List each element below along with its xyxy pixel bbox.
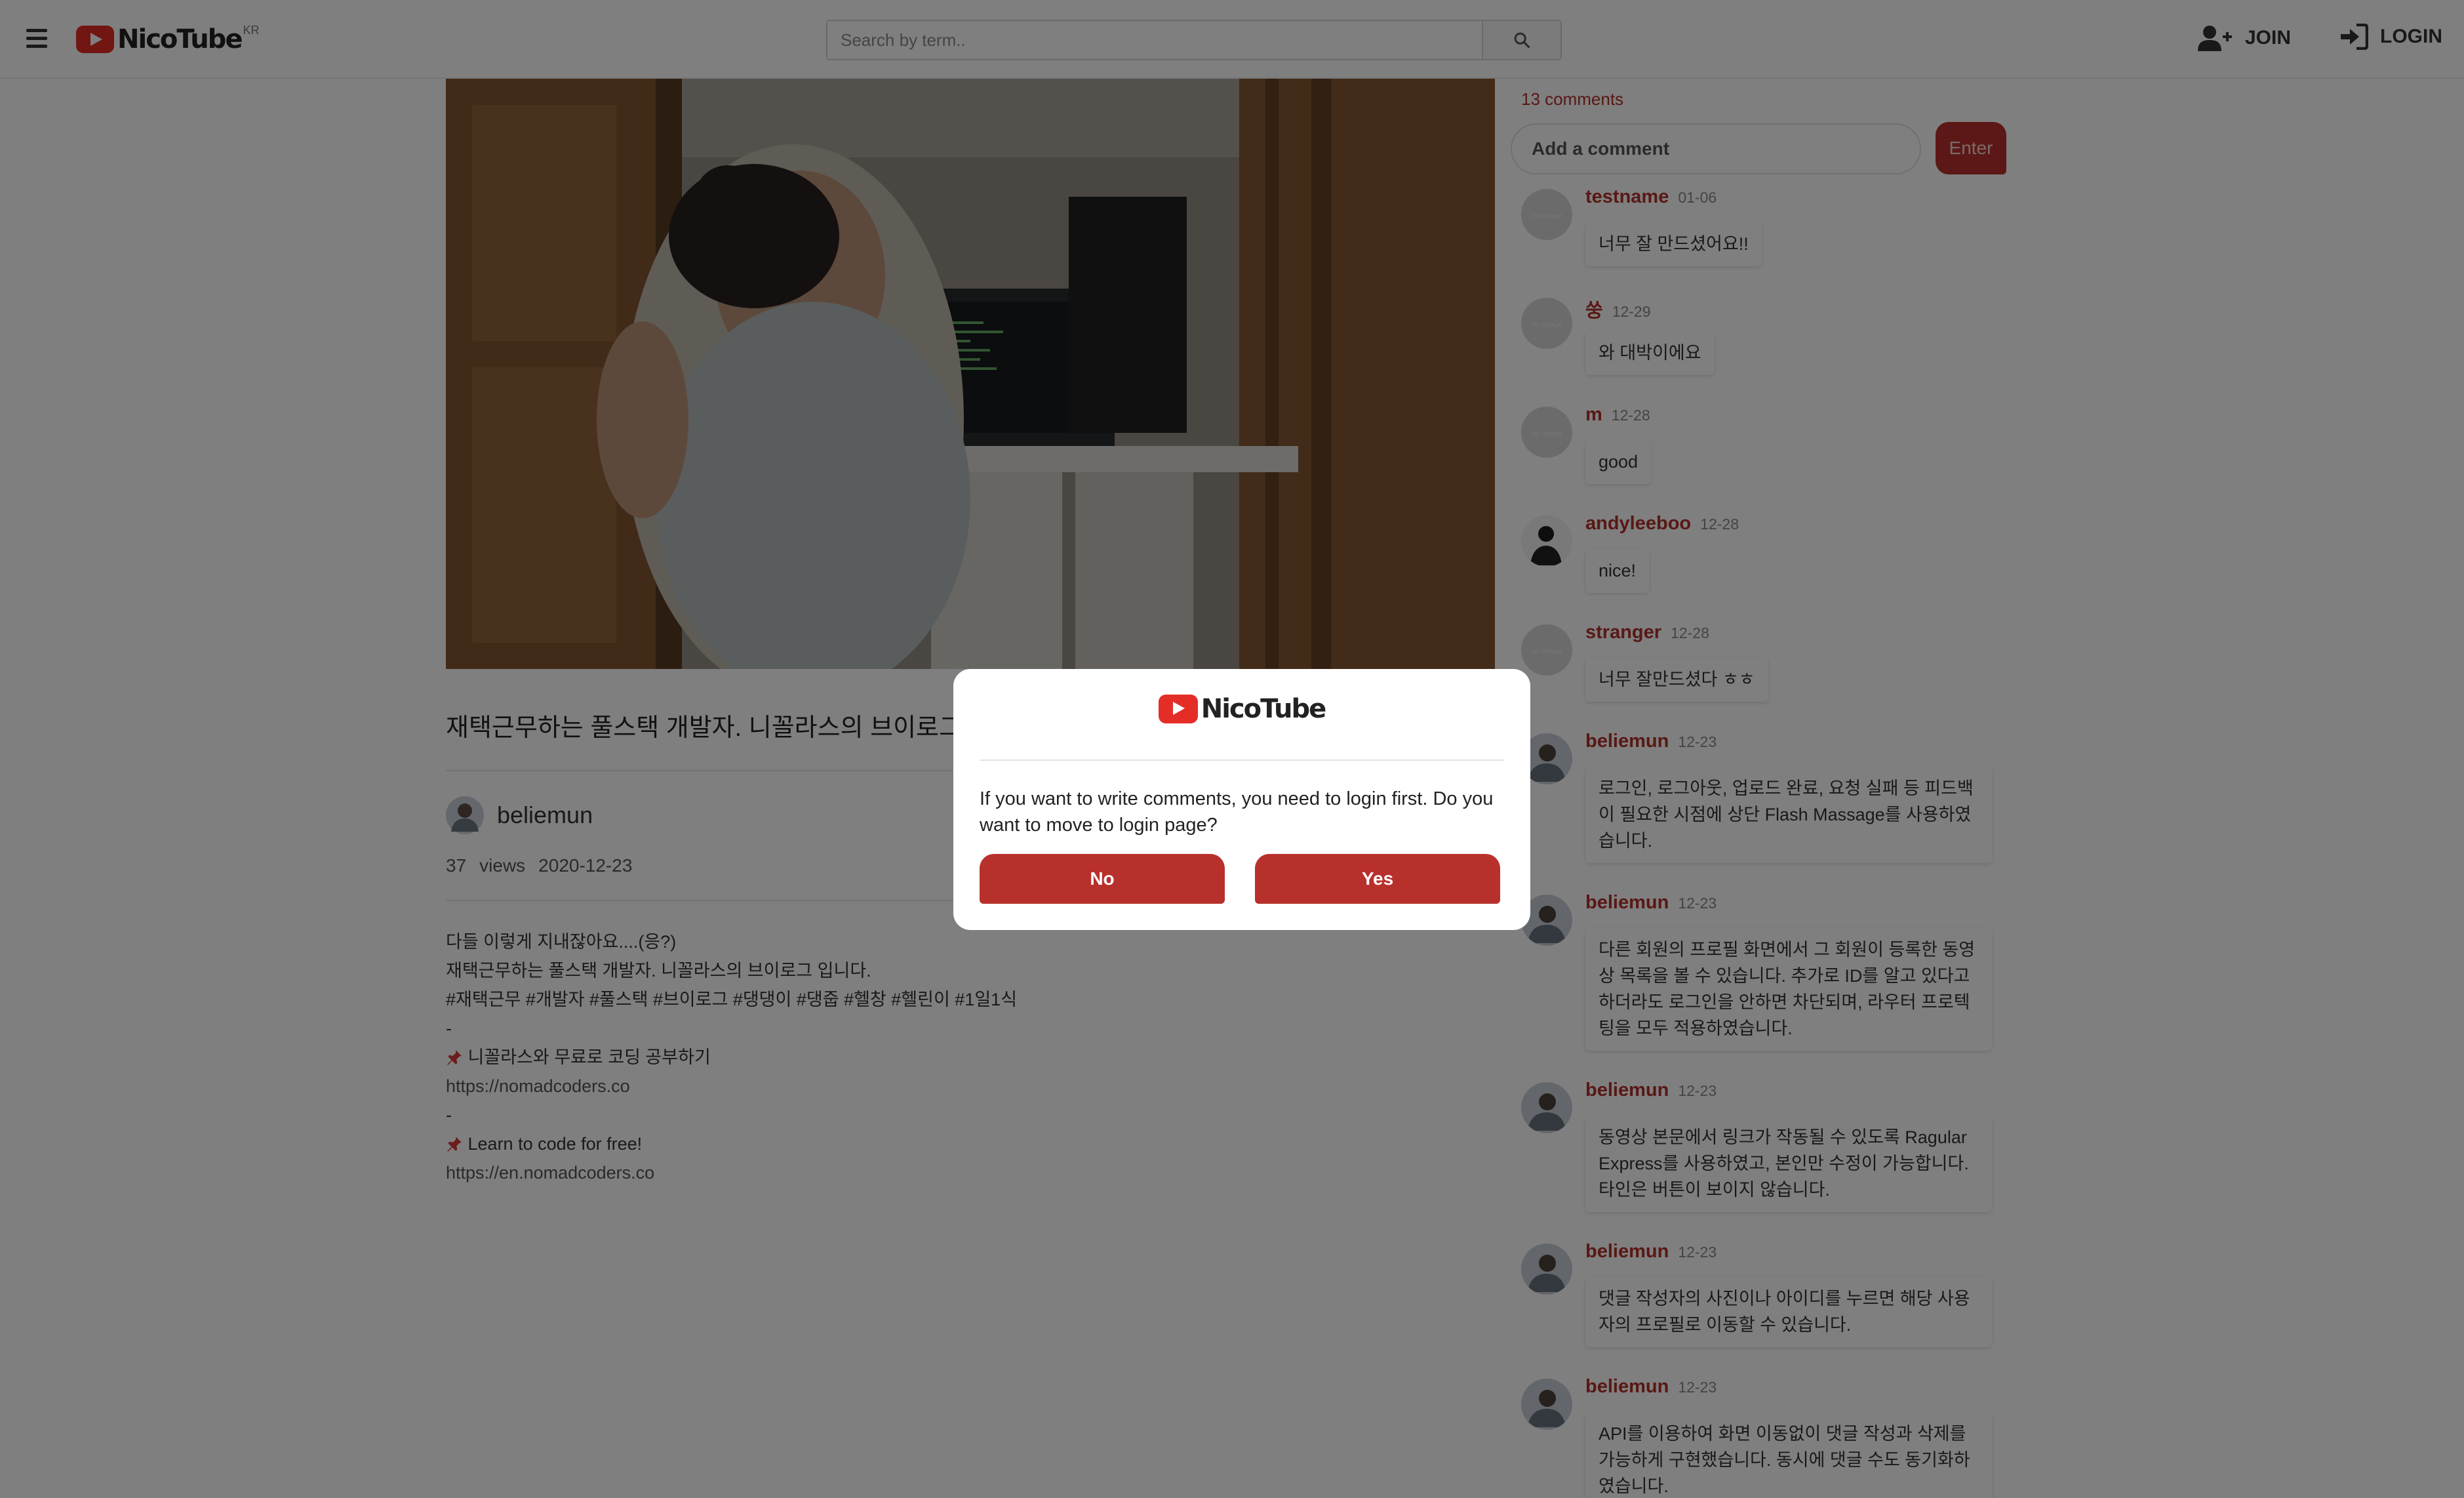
dialog-divider	[980, 759, 1504, 761]
dialog-logo: NicoTube	[953, 694, 1530, 724]
yes-button[interactable]: Yes	[1255, 854, 1500, 904]
dialog-message: If you want to write comments, you need …	[980, 788, 1494, 836]
play-logo-icon	[1158, 695, 1198, 723]
login-required-dialog: NicoTube If you want to write comments, …	[953, 669, 1530, 930]
dialog-logo-text: NicoTube	[1201, 694, 1327, 724]
no-button[interactable]: No	[980, 854, 1225, 904]
